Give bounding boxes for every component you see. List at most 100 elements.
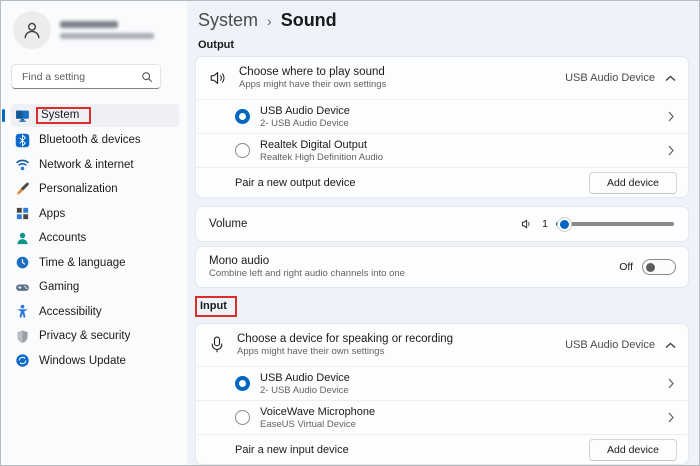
input-device-row-voicewave[interactable]: VoiceWave Microphone EaseUS Virtual Devi… bbox=[196, 400, 688, 434]
sidebar-item-windows-update[interactable]: Windows Update bbox=[11, 349, 179, 372]
device-name: VoiceWave Microphone bbox=[260, 406, 375, 418]
choose-input-header[interactable]: Choose a device for speaking or recordin… bbox=[196, 324, 688, 366]
breadcrumb: System › Sound bbox=[195, 1, 689, 31]
chevron-right-icon[interactable] bbox=[668, 412, 674, 423]
profile-name-blurred bbox=[60, 21, 154, 39]
sidebar-item-label: Time & language bbox=[39, 257, 126, 269]
accessibility-person-icon bbox=[15, 304, 30, 319]
mono-audio-title: Mono audio bbox=[209, 255, 405, 267]
pair-output-row: Pair a new output device Add device bbox=[196, 167, 688, 197]
user-profile[interactable] bbox=[11, 11, 179, 49]
sidebar-item-accessibility[interactable]: Accessibility bbox=[11, 300, 179, 323]
sidebar-item-label: Windows Update bbox=[39, 355, 126, 367]
sidebar-item-network-internet[interactable]: Network & internet bbox=[11, 153, 179, 176]
clock-globe-icon bbox=[15, 255, 30, 270]
monitor-icon bbox=[15, 108, 30, 123]
page-title: Sound bbox=[281, 10, 337, 31]
update-arrows-icon bbox=[15, 353, 30, 368]
radio-unselected[interactable] bbox=[235, 410, 250, 425]
mono-audio-subtitle: Combine left and right audio channels in… bbox=[209, 268, 405, 279]
sidebar-item-accounts[interactable]: Accounts bbox=[11, 227, 179, 250]
output-selected-device: USB Audio Device bbox=[565, 72, 655, 84]
shield-icon bbox=[15, 329, 30, 344]
input-selected-device: USB Audio Device bbox=[565, 339, 655, 351]
volume-value: 1 bbox=[542, 218, 548, 230]
volume-slider[interactable] bbox=[556, 217, 674, 232]
search-icon bbox=[141, 71, 153, 83]
device-name: Realtek Digital Output bbox=[260, 139, 383, 151]
output-device-row-usb[interactable]: USB Audio Device 2- USB Audio Device bbox=[196, 99, 688, 133]
sidebar-item-time-language[interactable]: Time & language bbox=[11, 251, 179, 274]
brush-icon bbox=[15, 182, 30, 197]
sidebar: System Bluetooth & devices Network & int… bbox=[1, 1, 187, 465]
input-section-label-row: Input bbox=[195, 296, 689, 317]
output-device-row-realtek[interactable]: Realtek Digital Output Realtek High Defi… bbox=[196, 133, 688, 167]
device-desc: 2- USB Audio Device bbox=[260, 118, 350, 129]
chevron-up-icon[interactable] bbox=[665, 342, 676, 349]
device-name: USB Audio Device bbox=[260, 372, 350, 384]
chevron-up-icon[interactable] bbox=[665, 75, 676, 82]
slider-thumb[interactable] bbox=[558, 218, 571, 231]
toggle-knob bbox=[646, 263, 655, 272]
slider-track[interactable] bbox=[556, 222, 674, 226]
pair-input-row: Pair a new input device Add device bbox=[196, 434, 688, 464]
mono-audio-card: Mono audio Combine left and right audio … bbox=[195, 246, 689, 288]
input-device-row-usb[interactable]: USB Audio Device 2- USB Audio Device bbox=[196, 366, 688, 400]
search-input[interactable] bbox=[20, 70, 141, 84]
sidebar-item-label: Apps bbox=[39, 208, 65, 220]
main-content: System › Sound Output Choose where to pl… bbox=[187, 1, 699, 465]
sidebar-item-personalization[interactable]: Personalization bbox=[11, 178, 179, 201]
gamepad-icon bbox=[15, 280, 30, 295]
add-input-device-button[interactable]: Add device bbox=[589, 439, 677, 461]
settings-window: System Bluetooth & devices Network & int… bbox=[0, 0, 700, 466]
sidebar-item-label: System bbox=[36, 107, 91, 124]
sidebar-nav: System Bluetooth & devices Network & int… bbox=[11, 104, 179, 372]
avatar bbox=[13, 11, 51, 49]
device-desc: Realtek High Definition Audio bbox=[260, 152, 383, 163]
sidebar-item-label: Privacy & security bbox=[39, 330, 130, 342]
sidebar-item-apps[interactable]: Apps bbox=[11, 202, 179, 225]
wifi-icon bbox=[15, 157, 30, 172]
microphone-icon bbox=[209, 336, 225, 354]
pair-output-label: Pair a new output device bbox=[235, 177, 355, 189]
output-section-label: Output bbox=[198, 39, 689, 51]
person-outline-icon bbox=[21, 19, 43, 41]
volume-label: Volume bbox=[209, 218, 247, 230]
speaker-icon bbox=[209, 69, 227, 87]
input-section-label: Input bbox=[195, 296, 237, 317]
radio-selected[interactable] bbox=[235, 376, 250, 391]
sidebar-item-privacy-security[interactable]: Privacy & security bbox=[11, 325, 179, 348]
chevron-right-icon[interactable] bbox=[668, 111, 674, 122]
output-device-card: Choose where to play sound Apps might ha… bbox=[195, 56, 689, 198]
device-name: USB Audio Device bbox=[260, 105, 350, 117]
input-card-subtitle: Apps might have their own settings bbox=[237, 346, 453, 357]
output-card-title: Choose where to play sound bbox=[239, 66, 386, 78]
choose-output-header[interactable]: Choose where to play sound Apps might ha… bbox=[196, 57, 688, 99]
sidebar-item-label: Personalization bbox=[39, 183, 118, 195]
mono-audio-state: Off bbox=[619, 261, 633, 273]
input-device-card: Choose a device for speaking or recordin… bbox=[195, 323, 689, 465]
chevron-right-icon[interactable] bbox=[668, 145, 674, 156]
settings-search-box[interactable] bbox=[11, 64, 161, 89]
radio-unselected[interactable] bbox=[235, 143, 250, 158]
sidebar-item-gaming[interactable]: Gaming bbox=[11, 276, 179, 299]
chevron-right-icon[interactable] bbox=[668, 378, 674, 389]
radio-selected[interactable] bbox=[235, 109, 250, 124]
bluetooth-icon bbox=[15, 133, 30, 148]
person-icon bbox=[15, 231, 30, 246]
add-output-device-button[interactable]: Add device bbox=[589, 172, 677, 194]
volume-card: Volume 1 bbox=[195, 206, 689, 242]
input-card-title: Choose a device for speaking or recordin… bbox=[237, 333, 453, 345]
breadcrumb-system[interactable]: System bbox=[198, 10, 258, 31]
sidebar-item-label: Bluetooth & devices bbox=[39, 134, 141, 146]
apps-grid-icon bbox=[15, 206, 30, 221]
device-desc: EaseUS Virtual Device bbox=[260, 419, 375, 430]
speaker-small-icon[interactable] bbox=[520, 217, 534, 231]
sidebar-item-system[interactable]: System bbox=[11, 104, 179, 127]
sidebar-item-label: Network & internet bbox=[39, 159, 134, 171]
mono-audio-toggle[interactable] bbox=[642, 259, 676, 275]
sidebar-item-bluetooth-devices[interactable]: Bluetooth & devices bbox=[11, 129, 179, 152]
sidebar-item-label: Accounts bbox=[39, 232, 86, 244]
breadcrumb-separator-icon: › bbox=[267, 11, 272, 29]
pair-input-label: Pair a new input device bbox=[235, 444, 349, 456]
